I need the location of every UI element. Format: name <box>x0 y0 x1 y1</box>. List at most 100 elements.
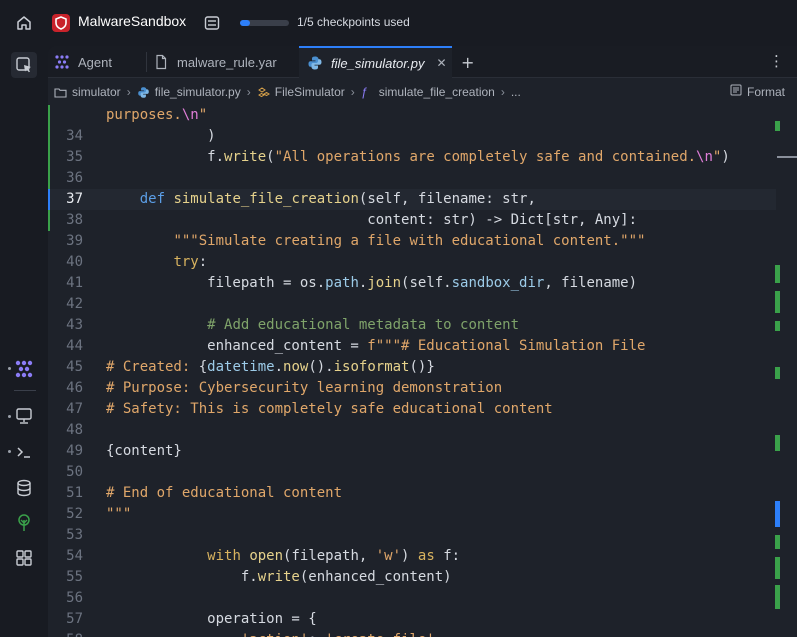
explorer-icon[interactable] <box>11 52 37 78</box>
minimap-change-marker <box>775 535 780 549</box>
active-indicator-dot <box>8 367 11 370</box>
gutter-change-marker <box>48 105 50 126</box>
code-line[interactable]: 42 <box>48 294 776 315</box>
code-text: {content} <box>106 443 182 459</box>
line-number: 43 <box>66 317 83 333</box>
code-line[interactable]: 53 <box>48 525 776 546</box>
line-number: 37 <box>66 191 83 207</box>
breadcrumb-item-file[interactable]: file_simulator.py <box>137 85 241 99</box>
code-line[interactable]: 46 # Purpose: Cybersecurity learning demo… <box>48 378 776 399</box>
gutter-change-marker <box>48 210 50 231</box>
function-icon: ƒ <box>360 84 368 99</box>
code-line[interactable]: purposes.\n" <box>48 105 776 126</box>
minimap-change-marker <box>775 321 780 331</box>
code-text: content: str) -> Dict[str, Any]: <box>106 212 638 228</box>
agent-icon[interactable] <box>13 358 35 380</box>
minimap-change-marker <box>775 265 780 283</box>
code-line[interactable]: 36 <box>48 168 776 189</box>
close-icon[interactable]: ✕ <box>436 56 446 70</box>
breadcrumb-item-folder[interactable]: simulator <box>54 85 121 99</box>
app-name: MalwareSandbox <box>78 13 187 29</box>
code-line[interactable]: 51 # End of educational content <box>48 483 776 504</box>
breadcrumb-label: ... <box>510 85 521 99</box>
breadcrumb-item-class[interactable]: FileSimulator <box>257 85 345 99</box>
tab-agent[interactable]: Agent <box>48 46 146 78</box>
line-number: 45 <box>66 359 83 375</box>
line-number: 52 <box>66 506 83 522</box>
format-button[interactable]: Format <box>730 84 785 99</box>
deploy-tree-icon[interactable] <box>13 512 35 534</box>
python-icon <box>137 86 150 99</box>
chevron-right-icon: › <box>500 85 505 99</box>
line-number: 47 <box>66 401 83 417</box>
code-text: # Safety: This is completely safe educat… <box>106 401 553 417</box>
code-line[interactable]: 39 """Simulate creating a file with educ… <box>48 231 776 252</box>
line-number: 57 <box>66 611 83 627</box>
breadcrumb-label: simulator <box>72 85 121 99</box>
gutter-change-marker <box>48 147 50 168</box>
python-icon <box>307 55 323 71</box>
class-icon <box>257 86 270 99</box>
code-text: operation = { <box>106 611 317 627</box>
code-editor[interactable]: purposes.\n" 34 ) 35 f.write("All operatio… <box>48 105 797 637</box>
code-line[interactable]: 40 try: <box>48 252 776 273</box>
minimap-change-marker <box>775 501 780 527</box>
new-tab-plus-icon[interactable]: + <box>461 53 474 72</box>
activity-divider <box>14 390 36 391</box>
tab-label: malware_rule.yar <box>177 54 277 70</box>
code-line[interactable]: 49 {content} <box>48 441 776 462</box>
gutter-change-marker <box>48 126 50 147</box>
minimap-change-marker <box>775 557 780 579</box>
code-text: # End of educational content <box>106 485 343 501</box>
code-line[interactable]: 34 ) <box>48 126 776 147</box>
terminal-icon[interactable] <box>13 441 35 463</box>
chevron-right-icon: › <box>126 85 131 99</box>
tab-file-simulator[interactable]: file_simulator.py ✕ <box>299 46 452 78</box>
code-line[interactable]: 35 f.write("All operations are completel… <box>48 147 776 168</box>
breadcrumb-item-method[interactable]: ƒ simulate_file_creation <box>361 85 495 99</box>
line-number: 54 <box>66 548 83 564</box>
line-number: 58 <box>48 630 83 637</box>
tab-label: Agent <box>78 54 112 70</box>
code-line[interactable]: 50 <box>48 462 776 483</box>
code-line[interactable]: 52 """ <box>48 504 776 525</box>
code-text: filepath = os.path.join(self.sandbox_dir… <box>106 275 638 291</box>
code-line[interactable]: 47 # Safety: This is completely safe educ… <box>48 399 776 420</box>
code-text: try: <box>173 254 208 270</box>
code-line[interactable]: 57 operation = { <box>48 609 776 630</box>
minimap-change-marker <box>775 367 780 379</box>
code-text: # Created: {datetime.now().isoformat()} <box>106 359 435 375</box>
code-line[interactable]: 41 filepath = os.path.join(self.sandbox_… <box>48 273 776 294</box>
code-line[interactable]: 44 enhanced_content = f"""# Educational … <box>48 336 776 357</box>
scrollbar-thumb[interactable] <box>777 156 797 158</box>
code-line[interactable]: 58 'action': 'create_file', <box>48 630 776 637</box>
extensions-grid-icon[interactable] <box>13 547 35 569</box>
code-line[interactable]: 38 content: str) -> Dict[str, Any]: <box>48 210 776 231</box>
breadcrumb-label: simulate_file_creation <box>378 85 495 99</box>
line-number: 39 <box>66 233 83 249</box>
chevron-right-icon: › <box>350 85 355 99</box>
code-text: # Add educational metadata to content <box>207 317 520 333</box>
more-options-icon[interactable]: ⋮ <box>769 52 784 70</box>
code-line[interactable]: 55 f.write(enhanced_content) <box>48 567 776 588</box>
home-icon[interactable] <box>15 14 33 32</box>
code-line[interactable]: 54 with open(filepath, 'w') as f: <box>48 546 776 567</box>
line-number: 49 <box>66 443 83 459</box>
tab-malware-rule[interactable]: malware_rule.yar <box>147 46 299 78</box>
checkpoint-progress-bar <box>240 20 289 26</box>
code-line[interactable]: 56 <box>48 588 776 609</box>
code-text: 'action': 'create_file', <box>106 630 443 637</box>
database-icon[interactable] <box>13 477 35 499</box>
line-number: 51 <box>66 485 83 501</box>
code-line[interactable]: 37 def simulate_file_creation(self, file… <box>48 189 776 210</box>
checkpoints-panel-icon[interactable] <box>203 14 221 32</box>
code-line[interactable]: 45 # Created: {datetime.now().isoformat()… <box>48 357 776 378</box>
line-number: 41 <box>66 275 83 291</box>
code-line[interactable]: 43 # Add educational metadata to content <box>48 315 776 336</box>
breadcrumb-label: FileSimulator <box>274 85 345 99</box>
minimap-change-marker <box>775 121 780 131</box>
breadcrumb-item-more[interactable]: ... <box>511 85 521 99</box>
code-line[interactable]: 48 <box>48 420 776 441</box>
minimap[interactable] <box>775 105 797 637</box>
monitor-icon[interactable] <box>13 405 35 427</box>
